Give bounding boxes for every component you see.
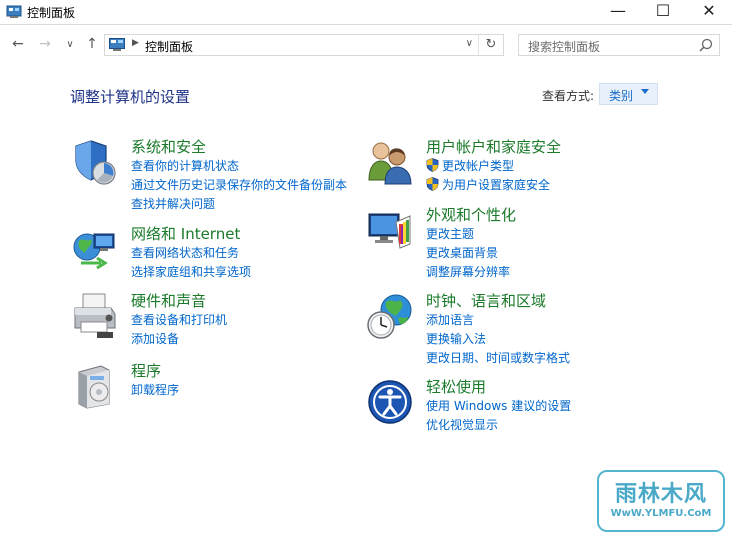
category-title-user-accounts[interactable]: 用户帐户和家庭安全 <box>426 136 561 157</box>
window-title: 控制面板 <box>27 6 76 20</box>
control-panel-icon <box>6 5 22 18</box>
link-file-history-backup[interactable]: 通过文件历史记录保存你的文件备份副本 <box>131 176 347 195</box>
recent-locations-button[interactable]: ∨ <box>60 39 80 50</box>
link-family-safety[interactable]: 为用户设置家庭安全 <box>426 176 550 195</box>
link-screen-resolution[interactable]: 调整屏幕分辨率 <box>426 263 510 282</box>
link-homegroup-sharing[interactable]: 选择家庭组和共享选项 <box>131 263 251 282</box>
users-icon <box>368 142 412 185</box>
link-change-theme[interactable]: 更改主题 <box>426 225 510 244</box>
uac-shield-icon <box>426 177 439 191</box>
category-title-clock-language-region[interactable]: 时钟、语言和区域 <box>426 290 546 311</box>
ease-of-access-icon <box>368 380 412 424</box>
link-add-language[interactable]: 添加语言 <box>426 311 570 330</box>
clock-globe-icon <box>367 294 412 339</box>
category-title-system-security[interactable]: 系统和安全 <box>131 136 206 157</box>
category-links: 更改帐户类型 为用户设置家庭安全 <box>426 157 550 195</box>
link-optimize-visual-display[interactable]: 优化视觉显示 <box>426 416 571 435</box>
link-troubleshoot[interactable]: 查找并解决问题 <box>131 195 347 214</box>
network-globe-icon <box>73 233 115 270</box>
watermark-text: 雨林木风 <box>614 482 707 507</box>
link-change-input-method[interactable]: 更换输入法 <box>426 330 570 349</box>
link-view-network-status[interactable]: 查看网络状态和任务 <box>131 244 251 263</box>
program-box-icon <box>78 365 110 409</box>
control-panel-icon <box>109 38 125 51</box>
link-add-device[interactable]: 添加设备 <box>131 330 227 349</box>
link-change-account-type-label[interactable]: 更改帐户类型 <box>442 159 514 173</box>
dropdown-arrow-icon[interactable] <box>641 89 649 94</box>
view-by-dropdown[interactable]: 类别 <box>599 83 658 105</box>
search-icon[interactable] <box>699 38 713 52</box>
category-title-network-internet[interactable]: 网络和 Internet <box>131 223 240 244</box>
link-view-computer-status[interactable]: 查看你的计算机状态 <box>131 157 347 176</box>
title-bar: 控制面板 — ☐ ✕ <box>0 0 732 25</box>
uac-shield-icon <box>426 158 439 172</box>
category-title-hardware-sound[interactable]: 硬件和声音 <box>131 290 206 311</box>
category-links: 更改主题 更改桌面背景 调整屏幕分辨率 <box>426 225 510 282</box>
view-by-value[interactable]: 类别 <box>609 87 633 104</box>
forward-button[interactable]: → <box>35 36 55 52</box>
category-links: 卸载程序 <box>131 381 179 400</box>
link-family-safety-label[interactable]: 为用户设置家庭安全 <box>442 178 550 192</box>
address-dropdown-button[interactable]: ∨ <box>466 38 473 49</box>
category-links: 使用 Windows 建议的设置 优化视觉显示 <box>426 397 571 435</box>
address-bar[interactable]: ▶ 控制面板 ∨ ↻ <box>104 34 504 56</box>
category-links: 查看网络状态和任务 选择家庭组和共享选项 <box>131 244 251 282</box>
refresh-button[interactable]: ↻ <box>478 35 503 55</box>
link-desktop-background[interactable]: 更改桌面背景 <box>426 244 510 263</box>
link-devices-printers[interactable]: 查看设备和打印机 <box>131 311 227 330</box>
link-date-time-format[interactable]: 更改日期、时间或数字格式 <box>426 349 570 368</box>
link-change-account-type[interactable]: 更改帐户类型 <box>426 157 550 176</box>
monitor-palette-icon <box>368 213 411 249</box>
category-title-programs[interactable]: 程序 <box>131 360 161 381</box>
watermark-url: WwW.YLMFU.CoM <box>610 508 712 519</box>
view-by-label: 查看方式: <box>542 89 595 103</box>
minimize-button[interactable]: — <box>595 0 641 24</box>
link-windows-recommended-settings[interactable]: 使用 Windows 建议的设置 <box>426 397 571 416</box>
printer-hardware-icon <box>74 293 116 338</box>
category-links: 添加语言 更换输入法 更改日期、时间或数字格式 <box>426 311 570 368</box>
watermark-logo: 雨林木风 WwW.YLMFU.CoM <box>597 470 725 532</box>
category-links: 查看设备和打印机 添加设备 <box>131 311 227 349</box>
shield-security-icon <box>75 140 116 185</box>
search-box[interactable]: 搜索控制面板 <box>518 34 720 56</box>
page-title: 调整计算机的设置 <box>70 88 191 106</box>
category-title-appearance[interactable]: 外观和个性化 <box>426 204 516 225</box>
link-uninstall-program[interactable]: 卸载程序 <box>131 381 179 400</box>
breadcrumb-control-panel[interactable]: 控制面板 <box>145 38 193 55</box>
search-input[interactable]: 搜索控制面板 <box>528 38 600 55</box>
navigation-bar: ← → ∨ ↑ ▶ 控制面板 ∨ ↻ 搜索控制面板 <box>0 25 732 65</box>
up-button[interactable]: ↑ <box>82 36 102 52</box>
category-links: 查看你的计算机状态 通过文件历史记录保存你的文件备份副本 查找并解决问题 <box>131 157 347 214</box>
breadcrumb-separator-icon[interactable]: ▶ <box>132 38 139 48</box>
back-button[interactable]: ← <box>8 36 28 52</box>
close-button[interactable]: ✕ <box>686 0 732 24</box>
category-title-ease-of-access[interactable]: 轻松使用 <box>426 376 486 397</box>
maximize-button[interactable]: ☐ <box>640 0 686 24</box>
